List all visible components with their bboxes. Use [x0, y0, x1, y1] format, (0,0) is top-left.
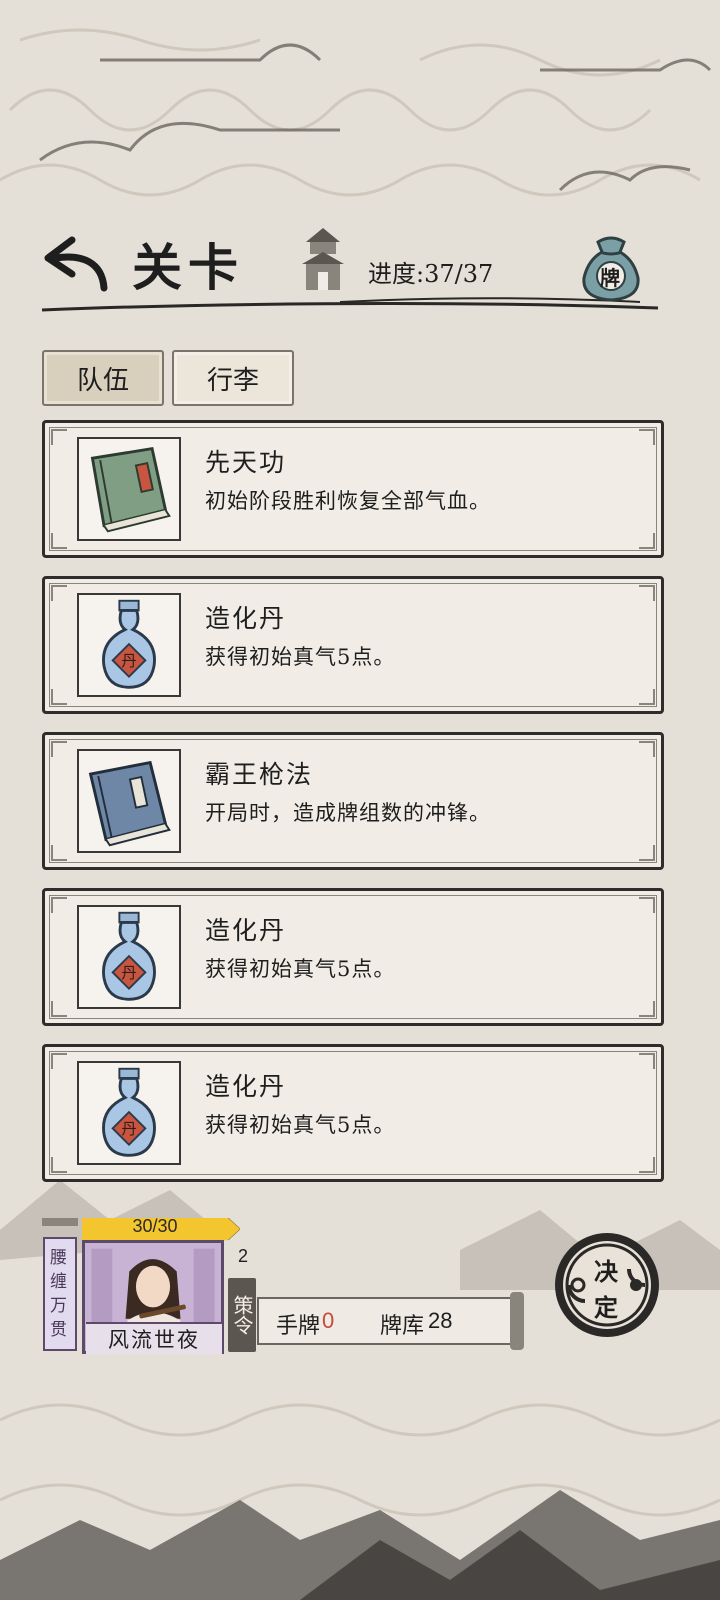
- item-name: 造化丹: [205, 1072, 287, 1101]
- waist-banner[interactable]: 腰缠万贯: [40, 1214, 80, 1354]
- blue-book-icon: [77, 749, 181, 853]
- green-book-icon: [77, 437, 181, 541]
- item-name: 造化丹: [205, 604, 287, 633]
- item-desc: 获得初始真气5点。: [205, 645, 396, 669]
- item-card[interactable]: 先天功 初始阶段胜利恢复全部气血。: [42, 420, 664, 558]
- svg-text:丹: 丹: [121, 652, 136, 670]
- item-desc: 开局时，造成牌组数的冲锋。: [205, 801, 491, 825]
- item-name: 先天功: [205, 448, 287, 477]
- svg-text:丹: 丹: [121, 1120, 136, 1138]
- item-name: 霸王枪法: [205, 760, 314, 789]
- progress-label: 进度:: [368, 260, 425, 288]
- item-card[interactable]: 霸王枪法 开局时，造成牌组数的冲锋。: [42, 732, 664, 870]
- deck-count: 28: [428, 1308, 453, 1333]
- hero-name: 风流世夜: [86, 1322, 222, 1354]
- card-bag-button[interactable]: 牌: [574, 232, 648, 304]
- header-underline: [41, 297, 659, 312]
- elixir-bottle-icon: 丹: [77, 905, 181, 1009]
- elixir-bottle-icon: 丹: [77, 593, 181, 697]
- item-card[interactable]: 丹 造化丹 获得初始真气5点。: [42, 1044, 664, 1182]
- item-card[interactable]: 丹 造化丹 获得初始真气5点。: [42, 888, 664, 1026]
- tab-team[interactable]: 队伍: [42, 350, 164, 406]
- policy-count: 2: [237, 1246, 248, 1266]
- svg-text:丹: 丹: [121, 964, 136, 982]
- decide-button[interactable]: 决 定: [552, 1230, 662, 1340]
- hand-label: 手牌: [276, 1314, 321, 1339]
- progress-text: 进度:37/37: [368, 254, 493, 289]
- tower-icon: [302, 228, 344, 290]
- item-desc: 获得初始真气5点。: [205, 1113, 396, 1137]
- progress-value: 37/37: [424, 260, 494, 288]
- hand-count: 0: [322, 1308, 335, 1333]
- item-desc: 获得初始真气5点。: [205, 957, 396, 981]
- decide-top: 决: [594, 1257, 618, 1286]
- item-desc: 初始阶段胜利恢复全部气血。: [205, 489, 491, 513]
- hp-text: 30/30: [132, 1216, 178, 1236]
- decide-bottom: 定: [594, 1293, 618, 1322]
- item-card[interactable]: 丹 造化丹 获得初始真气5点。: [42, 576, 664, 714]
- item-name: 造化丹: [205, 916, 287, 945]
- waist-label: 腰缠万贯: [50, 1248, 67, 1340]
- bag-label: 牌: [600, 266, 620, 290]
- elixir-bottle-icon: 丹: [77, 1061, 181, 1165]
- back-arrow-icon[interactable]: [42, 232, 114, 296]
- tab-luggage[interactable]: 行李: [172, 350, 294, 406]
- deck-label[interactable]: 牌库: [380, 1308, 424, 1340]
